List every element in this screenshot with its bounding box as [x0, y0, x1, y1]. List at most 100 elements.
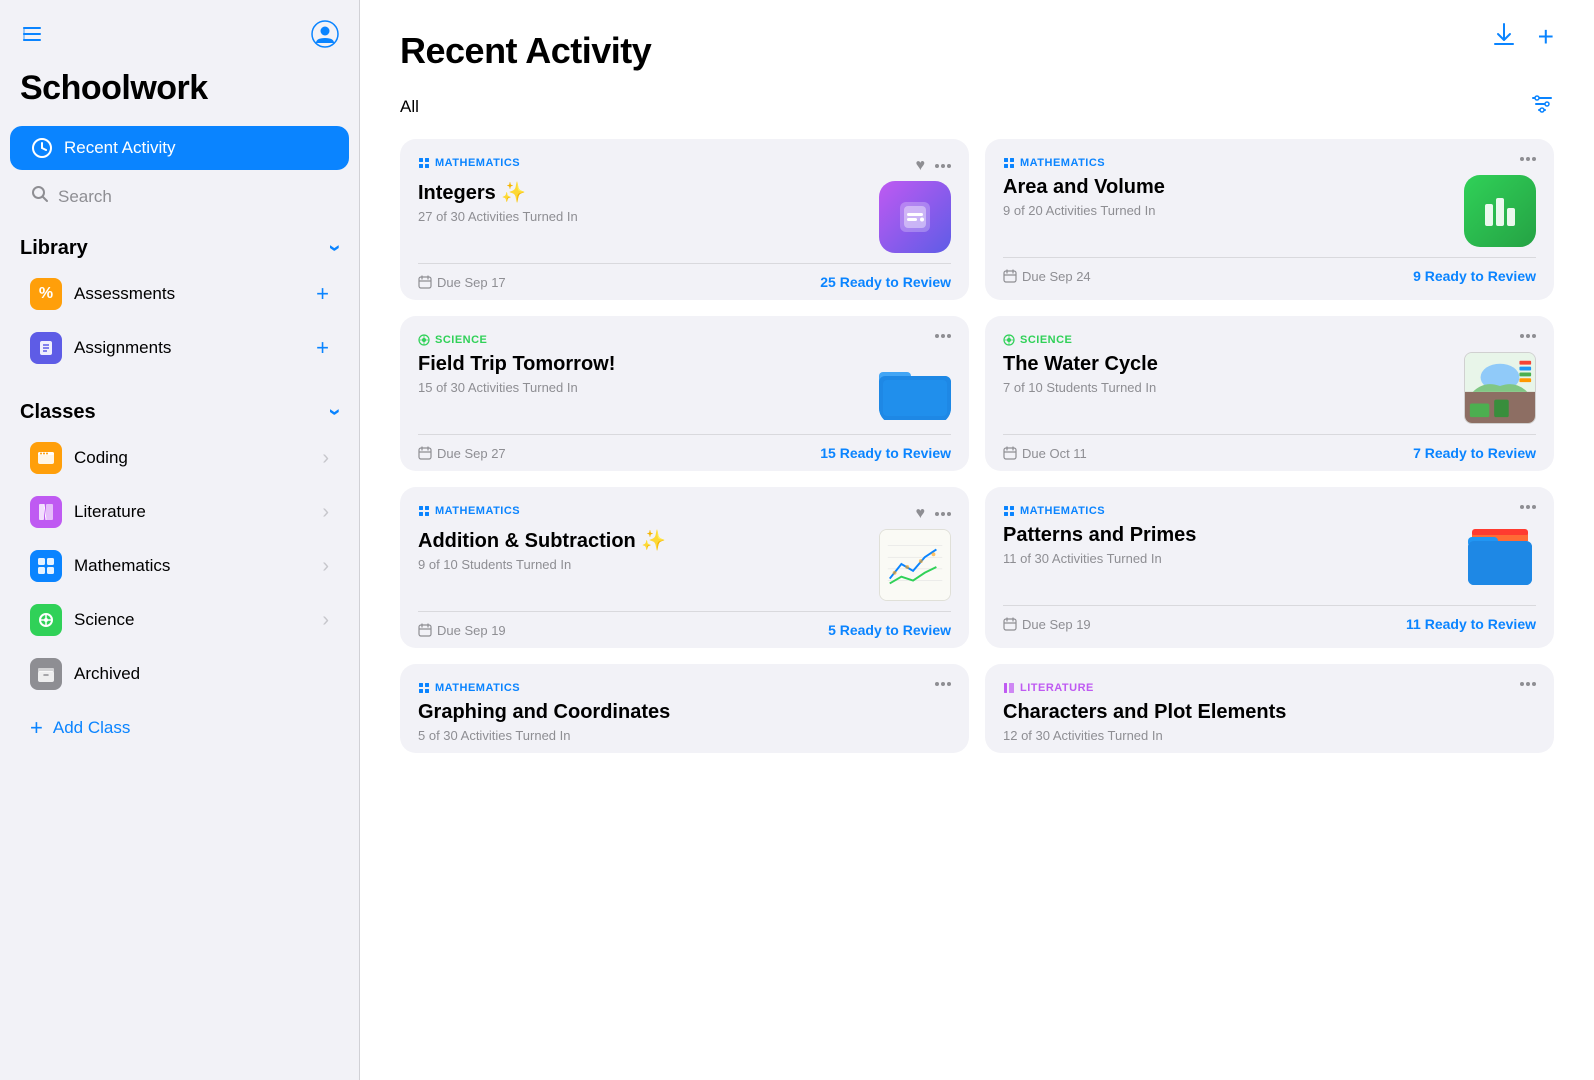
characters-more-icon[interactable] [1520, 682, 1536, 686]
assignments-label: Assignments [74, 338, 171, 358]
sidebar: Schoolwork Recent Activity Search Librar… [0, 0, 360, 1080]
user-profile-icon[interactable] [311, 20, 339, 53]
characters-title: Characters and Plot Elements [1003, 700, 1536, 724]
main-content: + Recent Activity All MATHEMATICS [360, 0, 1594, 1080]
literature-icon [30, 496, 62, 528]
water-cycle-due: Due Oct 11 [1003, 446, 1087, 461]
filter-row: All [400, 92, 1554, 121]
search-label: Search [58, 187, 112, 207]
water-cycle-more-icon[interactable] [1520, 334, 1536, 338]
field-trip-review[interactable]: 15 Ready to Review [820, 445, 951, 461]
field-trip-icon [879, 352, 951, 424]
sidebar-item-mathematics[interactable]: Mathematics › [10, 540, 349, 592]
sidebar-item-literature[interactable]: Literature › [10, 486, 349, 538]
sidebar-item-science[interactable]: Science › [10, 594, 349, 646]
sidebar-item-assignments[interactable]: Assignments + [10, 322, 349, 374]
sidebar-search[interactable]: Search [10, 174, 349, 219]
field-trip-due: Due Sep 27 [418, 446, 506, 461]
card-subject-patterns: MATHEMATICS [1003, 505, 1105, 517]
science-label: Science [74, 610, 134, 630]
science-icon [30, 604, 62, 636]
archived-label: Archived [74, 664, 140, 684]
library-label: Library [20, 237, 88, 260]
sidebar-item-archived[interactable]: Archived [10, 648, 349, 700]
card-subject-characters: LITERATURE [1003, 682, 1094, 694]
patterns-icon [1464, 523, 1536, 595]
literature-chevron-icon: › [322, 501, 329, 524]
sidebar-item-assessments[interactable]: % Assessments + [10, 268, 349, 320]
addition-review[interactable]: 5 Ready to Review [828, 622, 951, 638]
classes-section-header: Classes › [0, 385, 359, 431]
sidebar-item-recent-activity[interactable]: Recent Activity [10, 126, 349, 170]
card-water-cycle[interactable]: SCIENCE The Water Cycle 7 of 10 Students… [985, 316, 1554, 471]
integers-due: Due Sep 17 [418, 275, 506, 290]
library-chevron-icon[interactable]: › [322, 244, 348, 251]
water-cycle-review[interactable]: 7 Ready to Review [1413, 445, 1536, 461]
card-graphing[interactable]: MATHEMATICS Graphing and Coordinates 5 o… [400, 664, 969, 753]
add-icon[interactable]: + [1538, 23, 1554, 51]
classes-label: Classes [20, 401, 96, 424]
card-patterns[interactable]: MATHEMATICS Patterns and Primes 11 of 30… [985, 487, 1554, 648]
filter-label: All [400, 97, 419, 117]
patterns-subtitle: 11 of 30 Activities Turned In [1003, 551, 1452, 566]
coding-icon [30, 442, 62, 474]
addition-due: Due Sep 19 [418, 623, 506, 638]
card-characters[interactable]: LITERATURE Characters and Plot Elements … [985, 664, 1554, 753]
mathematics-icon [30, 550, 62, 582]
patterns-title: Patterns and Primes [1003, 523, 1452, 547]
archived-icon [30, 658, 62, 690]
mathematics-label: Mathematics [74, 556, 170, 576]
addition-title: Addition & Subtraction ✨ [418, 529, 867, 553]
assessments-add-icon[interactable]: + [316, 281, 329, 307]
integers-more-icon[interactable] [935, 164, 951, 168]
card-addition[interactable]: MATHEMATICS ♥ Addition & Subtraction ✨ 9… [400, 487, 969, 648]
graphing-subtitle: 5 of 30 Activities Turned In [418, 728, 951, 743]
assignments-icon [30, 332, 62, 364]
coding-label: Coding [74, 448, 128, 468]
patterns-more-icon[interactable] [1520, 505, 1536, 509]
sidebar-top-bar [0, 20, 359, 69]
download-icon[interactable] [1490, 20, 1518, 53]
addition-favorite-icon[interactable]: ♥ [916, 505, 926, 523]
filter-icon[interactable] [1530, 92, 1554, 121]
search-icon [30, 184, 50, 209]
card-integers[interactable]: MATHEMATICS ♥ Integers ✨ 27 of 30 Activi… [400, 139, 969, 300]
card-area-volume[interactable]: MATHEMATICS Area and Volume 9 of 20 Acti… [985, 139, 1554, 300]
graphing-title: Graphing and Coordinates [418, 700, 951, 724]
main-header: Recent Activity [400, 30, 1554, 72]
assignments-add-icon[interactable]: + [316, 335, 329, 361]
patterns-review[interactable]: 11 Ready to Review [1406, 616, 1536, 632]
field-trip-title: Field Trip Tomorrow! [418, 352, 867, 376]
area-due: Due Sep 24 [1003, 269, 1091, 284]
integers-review[interactable]: 25 Ready to Review [820, 274, 951, 290]
coding-chevron-icon: › [322, 447, 329, 470]
addition-more-icon[interactable] [935, 512, 951, 516]
field-trip-more-icon[interactable] [935, 334, 951, 338]
water-cycle-title: The Water Cycle [1003, 352, 1452, 376]
card-subject-area: MATHEMATICS [1003, 157, 1105, 169]
area-review[interactable]: 9 Ready to Review [1413, 268, 1536, 284]
classes-chevron-icon[interactable]: › [322, 408, 348, 415]
library-section-header: Library › [0, 221, 359, 267]
area-more-icon[interactable] [1520, 157, 1536, 161]
sidebar-toggle-icon[interactable] [20, 22, 44, 51]
assessments-label: Assessments [74, 284, 175, 304]
area-icon [1464, 175, 1536, 247]
water-cycle-subtitle: 7 of 10 Students Turned In [1003, 380, 1452, 395]
integers-favorite-icon[interactable]: ♥ [916, 157, 926, 175]
water-cycle-icon [1464, 352, 1536, 424]
mathematics-chevron-icon: › [322, 555, 329, 578]
add-class-button[interactable]: + Add Class [10, 705, 349, 751]
graphing-more-icon[interactable] [935, 682, 951, 686]
card-subject-graphing: MATHEMATICS [418, 682, 520, 694]
integers-title: Integers ✨ [418, 181, 867, 205]
app-title: Schoolwork [0, 69, 359, 124]
card-field-trip[interactable]: SCIENCE Field Trip Tomorrow! 15 of 30 Ac… [400, 316, 969, 471]
header-actions: + [1490, 20, 1554, 53]
add-class-label: Add Class [53, 718, 130, 738]
field-trip-subtitle: 15 of 30 Activities Turned In [418, 380, 867, 395]
science-chevron-icon: › [322, 609, 329, 632]
addition-icon [879, 529, 951, 601]
characters-subtitle: 12 of 30 Activities Turned In [1003, 728, 1536, 743]
sidebar-item-coding[interactable]: Coding › [10, 432, 349, 484]
